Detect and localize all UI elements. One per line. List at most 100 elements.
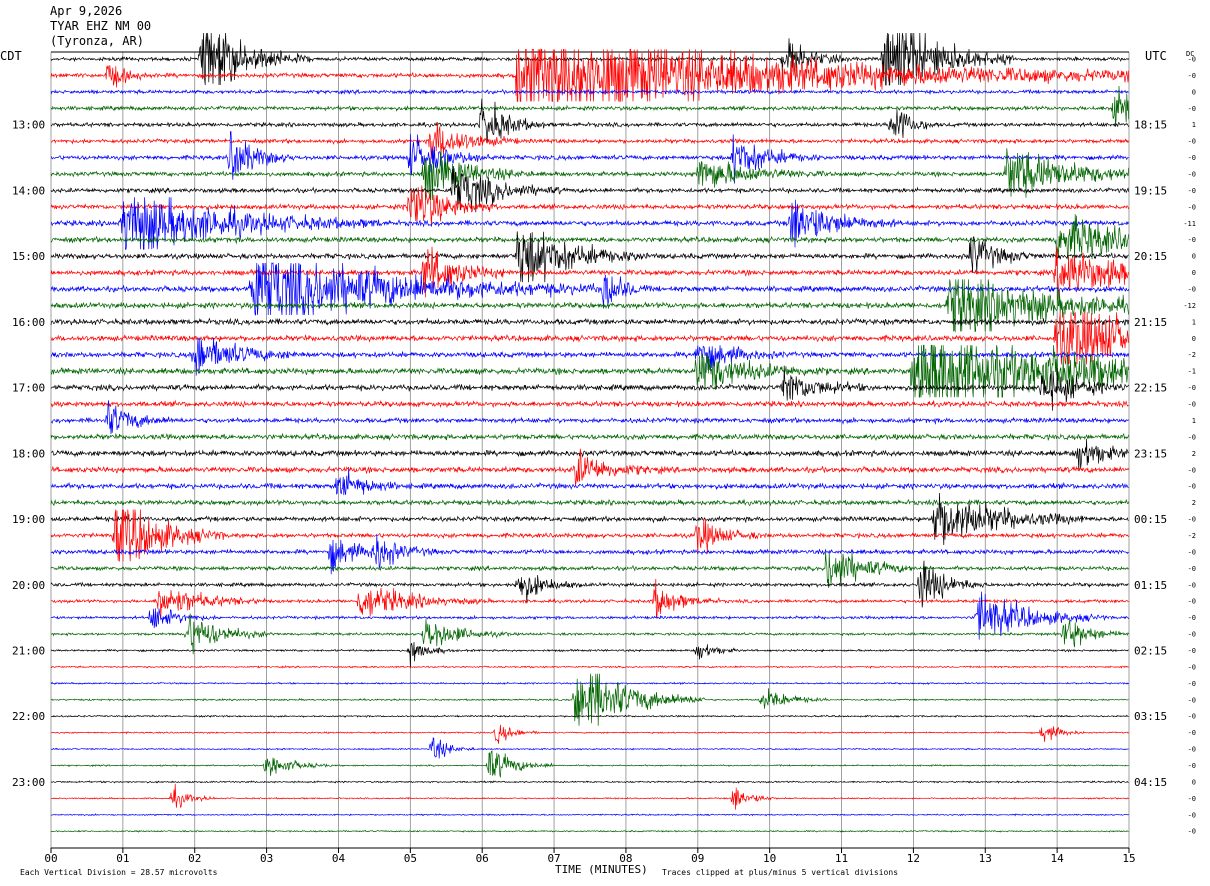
seismic-trace (51, 591, 1129, 640)
dc-offset-value: -0 (1188, 56, 1196, 64)
header-date: Apr 9,2026 (50, 4, 122, 18)
seismic-trace (50, 613, 1129, 655)
left-tick-label: 23:00 (12, 776, 45, 789)
x-tick-label: 03 (260, 852, 273, 865)
right-tick-label: 22:15 (1134, 382, 1167, 395)
right-tick-label: 04:15 (1134, 776, 1167, 789)
right-tick-label: 03:15 (1134, 710, 1167, 723)
dc-offset-value: -0 (1188, 647, 1196, 655)
x-tick-label: 10 (763, 852, 776, 865)
dc-offset-value: -0 (1188, 663, 1196, 671)
dc-offset-value: -0 (1188, 154, 1196, 162)
seismic-trace (50, 641, 1129, 669)
seismic-trace (50, 783, 1129, 810)
dc-offset-value: -0 (1188, 401, 1196, 409)
seismic-trace (50, 813, 1129, 817)
dc-offset-value: -0 (1188, 729, 1196, 737)
right-tick-label: 01:15 (1134, 579, 1167, 592)
seismic-trace (50, 131, 1129, 184)
seismogram-plot: Apr 9,2026 TYAR EHZ NM 00 (Tyronza, AR) … (0, 4, 1196, 877)
right-tick-label: 00:15 (1134, 513, 1167, 526)
left-tick-label: 16:00 (12, 316, 45, 329)
dc-offset-value: 1 (1192, 417, 1196, 425)
dc-offset-value: -0 (1188, 203, 1196, 211)
dc-offset-value: 0 (1192, 778, 1196, 786)
seismic-trace (50, 498, 1129, 507)
seismic-trace (50, 148, 1129, 201)
dc-offset-value: -0 (1188, 483, 1196, 491)
dc-offset-value: -0 (1188, 72, 1196, 80)
dc-offset-value: 2 (1192, 450, 1196, 458)
dc-offset-value: 0 (1192, 269, 1196, 277)
dc-offset-value: 1 (1192, 121, 1196, 129)
dc-offset-value: 0 (1192, 253, 1196, 261)
dc-offset-value: -0 (1188, 236, 1196, 244)
dc-offset-value: -0 (1188, 811, 1196, 819)
seismic-trace (50, 737, 1129, 759)
dc-offset-value: -0 (1188, 138, 1196, 146)
left-zone-label: CDT (0, 49, 22, 63)
dc-offset-value: -0 (1188, 384, 1196, 392)
clip-note: Traces clipped at plus/minus 5 vertical … (662, 868, 898, 877)
dc-offset-value: -0 (1188, 598, 1196, 606)
dc-offset-value: 2 (1192, 499, 1196, 507)
dc-offset-value: -12 (1183, 302, 1196, 310)
dc-offset-value: -11 (1183, 220, 1196, 228)
seismic-trace (51, 724, 1129, 744)
dc-offset-value: -1 (1188, 368, 1196, 376)
header-station: TYAR EHZ NM 00 (50, 19, 151, 33)
left-tick-label: 21:00 (12, 644, 45, 657)
x-tick-label: 12 (907, 852, 920, 865)
seismic-trace (50, 673, 1129, 726)
seismic-trace (50, 438, 1129, 472)
dc-offset-value: -0 (1188, 614, 1196, 622)
dc-offset-value: -0 (1188, 516, 1196, 524)
dc-offset-value: -0 (1188, 466, 1196, 474)
right-tick-label: 19:15 (1134, 184, 1167, 197)
x-tick-label: 04 (332, 852, 346, 865)
x-tick-label: 01 (116, 852, 129, 865)
x-tick-label: 15 (1122, 852, 1135, 865)
dc-offset-value: 0 (1192, 335, 1196, 343)
left-tick-label: 14:00 (12, 184, 45, 197)
seismic-trace (50, 399, 1129, 409)
right-time-ticks: 18:15 19:15 20:15 21:15 22:15 23:15 00:15 01:15… (1134, 119, 1167, 789)
dc-offset-value: -0 (1188, 828, 1196, 836)
seismic-trace (50, 432, 1129, 442)
right-tick-label: 23:15 (1134, 447, 1167, 460)
dc-offset-value: -0 (1188, 187, 1196, 195)
right-tick-label: 20:15 (1134, 250, 1167, 263)
x-tick-label: 02 (188, 852, 201, 865)
seismic-trace (50, 98, 1129, 143)
seismic-trace (50, 317, 1129, 327)
dc-offset-value: -0 (1188, 286, 1196, 294)
dc-offset-value: -0 (1188, 713, 1196, 721)
seismic-trace (50, 780, 1129, 784)
left-tick-label: 18:00 (12, 447, 45, 460)
right-tick-label: 21:15 (1134, 316, 1167, 329)
trace-group (50, 32, 1129, 833)
dc-offset-value: -0 (1188, 631, 1196, 639)
scale-note: Each Vertical Division = 28.57 microvolt… (20, 868, 218, 877)
dc-offset-value: 0 (1192, 88, 1196, 96)
header-location: (Tyronza, AR) (50, 34, 144, 48)
dc-offset-value: -0 (1188, 171, 1196, 179)
left-tick-label: 20:00 (12, 579, 45, 592)
seismic-trace (50, 750, 1129, 778)
dc-offset-value: -0 (1188, 433, 1196, 441)
seismic-trace (50, 121, 1129, 160)
x-tick-label: 13 (979, 852, 992, 865)
right-tick-label: 18:15 (1134, 119, 1167, 132)
left-tick-label: 17:00 (12, 382, 45, 395)
dc-offset-value: 1 (1192, 318, 1196, 326)
left-tick-label: 22:00 (12, 710, 45, 723)
right-zone-label: UTC (1145, 49, 1167, 63)
dc-offset-values: -0 -0 0 -0 1 -0 -0 -0 -0 -0 -11 -0 0 0 -0 -12 1 0 -2 -1 -0 -0… (1183, 56, 1196, 836)
dc-offset-value: -0 (1188, 680, 1196, 688)
x-tick-label: 06 (476, 852, 489, 865)
dc-offset-value: -0 (1188, 696, 1196, 704)
dc-offset-value: -0 (1188, 746, 1196, 754)
dc-offset-value: -0 (1188, 762, 1196, 770)
x-tick-label: 09 (691, 852, 704, 865)
left-tick-label: 13:00 (12, 119, 45, 132)
